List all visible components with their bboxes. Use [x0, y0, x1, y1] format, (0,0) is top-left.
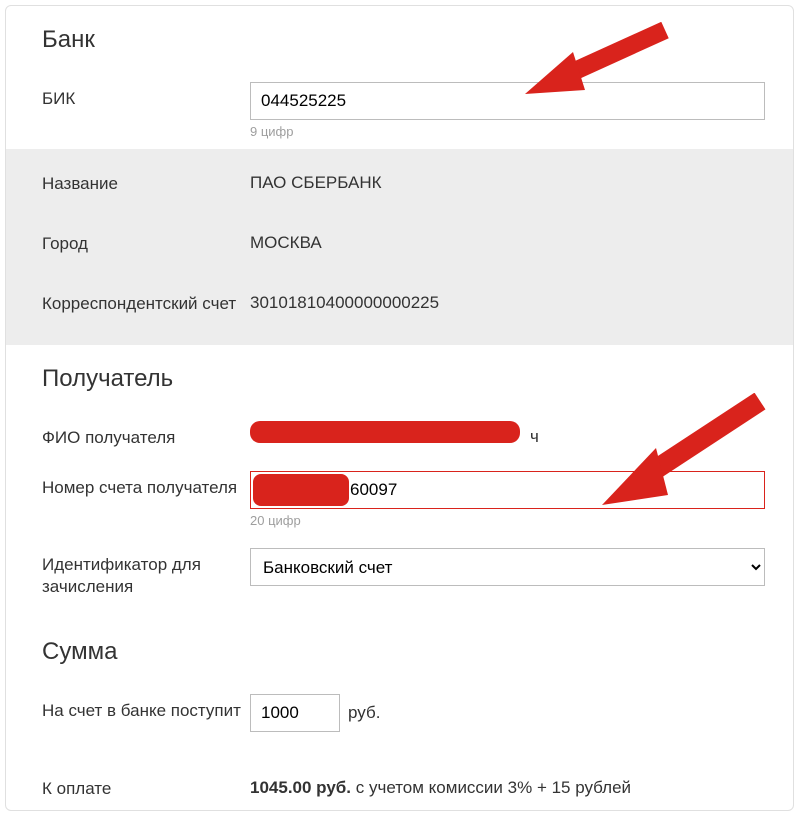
payment-form: Банк БИК 9 цифр Название ПАО СБЕРБАНК Го…: [5, 5, 794, 811]
fio-value: ч: [250, 421, 765, 447]
bank-name-value: ПАО СБЕРБАНК: [250, 167, 765, 193]
corr-value: 30101810400000000225: [250, 287, 765, 313]
label-pay: К оплате: [42, 772, 250, 800]
bik-hint: 9 цифр: [250, 124, 765, 139]
row-idtype: Идентификатор для зачисления Банковский …: [6, 538, 793, 608]
amount-unit: руб.: [348, 703, 380, 723]
pay-value: 1045.00 руб. с учетом комиссии 3% + 15 р…: [250, 772, 765, 798]
label-bik: БИК: [42, 82, 250, 110]
label-corr: Корреспондентский счет: [42, 287, 250, 315]
label-receive: На счет в банке поступит: [42, 694, 250, 722]
row-bik: БИК 9 цифр: [6, 72, 793, 149]
amount-input[interactable]: [250, 694, 340, 732]
account-hint: 20 цифр: [250, 513, 765, 528]
label-account: Номер счета получателя: [42, 471, 250, 499]
redaction-bar: [250, 421, 520, 443]
row-pay: К оплате 1045.00 руб. с учетом комиссии …: [6, 742, 793, 800]
row-fio: ФИО получателя ч: [6, 411, 793, 461]
row-account: Номер счета получателя 20 цифр: [6, 461, 793, 538]
bank-details-block: Название ПАО СБЕРБАНК Город МОСКВА Корре…: [6, 149, 793, 345]
label-bank-name: Название: [42, 167, 250, 195]
row-city: Город МОСКВА: [6, 217, 793, 277]
section-header-recipient: Получатель: [6, 345, 793, 411]
label-city: Город: [42, 227, 250, 255]
label-idtype: Идентификатор для зачисления: [42, 548, 250, 598]
row-corr: Корреспондентский счет 30101810400000000…: [6, 277, 793, 337]
bik-input[interactable]: [250, 82, 765, 120]
label-fio: ФИО получателя: [42, 421, 250, 449]
row-bank-name: Название ПАО СБЕРБАНК: [6, 157, 793, 217]
section-header-amount: Сумма: [6, 608, 793, 684]
section-header-bank: Банк: [6, 6, 793, 72]
city-value: МОСКВА: [250, 227, 765, 253]
redaction-bar: [253, 474, 349, 506]
row-receive: На счет в банке поступит руб.: [6, 684, 793, 742]
idtype-select[interactable]: Банковский счет: [250, 548, 765, 586]
